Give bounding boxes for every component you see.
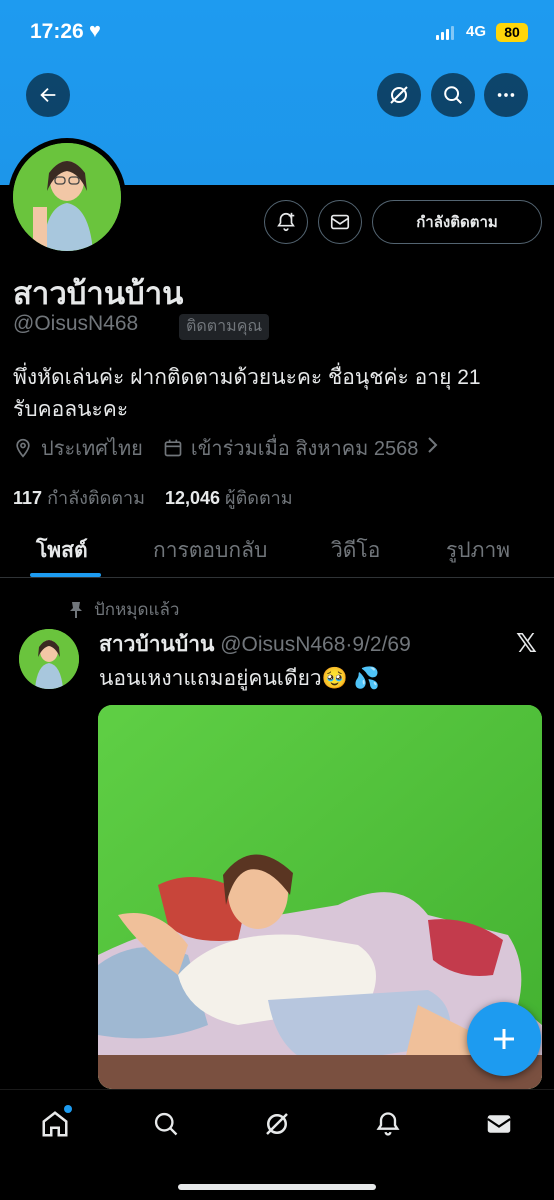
grok-button[interactable] <box>377 73 421 117</box>
nav-notifications[interactable] <box>371 1107 405 1141</box>
more-button[interactable] <box>484 73 528 117</box>
profile-stats: 117 กำลังติดตาม 12,046 ผู้ติดตาม <box>13 483 293 512</box>
bell-icon <box>376 1112 400 1136</box>
bell-plus-icon <box>277 212 295 232</box>
search-icon <box>444 86 462 104</box>
avatar-photo <box>13 143 121 251</box>
pin-icon <box>70 601 82 618</box>
bio-line: พึ่งหัดเล่นค่ะ ฝากติดตามด้วยนะคะ ชื่อนุช… <box>13 366 481 389</box>
active-tab-indicator <box>30 573 101 577</box>
pinned-label: ปักหมุดแล้ว <box>68 596 179 623</box>
followers-link[interactable]: 12,046 ผู้ติดตาม <box>165 488 293 508</box>
search-icon <box>154 1112 178 1136</box>
tweet-text: นอนเหงาแถมอยู่คนเดียว🥹 💦 <box>99 667 380 690</box>
network-label: 4G <box>466 23 487 40</box>
home-icon <box>42 1111 68 1137</box>
tab-replies[interactable]: การตอบกลับ <box>153 534 267 567</box>
location-pin-icon <box>13 437 33 459</box>
chevron-right-icon[interactable] <box>426 436 440 460</box>
compose-button[interactable] <box>467 1002 541 1076</box>
status-time: 17:26 <box>30 20 84 43</box>
notify-button[interactable] <box>264 200 308 244</box>
back-arrow-icon <box>40 87 56 103</box>
nav-search[interactable] <box>149 1107 183 1141</box>
profile-location: ประเทศไทย <box>41 438 143 460</box>
profile-joined[interactable]: เข้าร่วมเมื่อ สิงหาคม 2568 <box>191 432 418 464</box>
profile-meta: ประเทศไทย เข้าร่วมเมื่อ สิงหาคม 2568 <box>13 432 440 464</box>
calendar-icon <box>163 437 183 459</box>
profile-bio: พึ่งหัดเล่นค่ะ ฝากติดตามด้วยนะคะ ชื่อนุช… <box>13 362 543 426</box>
bio-line: รับคอลนะคะ <box>13 398 129 421</box>
notification-dot <box>64 1105 72 1113</box>
battery-icon: 80 <box>496 23 528 42</box>
envelope-icon <box>330 214 350 230</box>
status-bar: 17:26 ♥ 4G 80 <box>0 0 554 66</box>
grok-icon <box>266 1113 288 1135</box>
grok-icon <box>390 86 408 104</box>
tweet-author-name[interactable]: สาวบ้านบ้าน <box>99 633 214 656</box>
home-indicator <box>178 1184 376 1190</box>
nav-messages[interactable] <box>482 1107 516 1141</box>
following-button[interactable]: กำลังติดตาม <box>372 200 542 244</box>
envelope-icon <box>487 1115 511 1133</box>
back-button[interactable] <box>26 73 70 117</box>
search-button[interactable] <box>431 73 475 117</box>
tweet-author-handle[interactable]: @OisusN468 <box>220 633 345 656</box>
following-link[interactable]: 117 กำลังติดตาม <box>13 488 145 508</box>
tweet-avatar[interactable] <box>19 629 79 689</box>
follows-you-badge: ติดตามคุณ <box>179 314 270 340</box>
nav-grok[interactable] <box>260 1107 294 1141</box>
signal-icon <box>436 26 454 40</box>
profile-tabs: โพสต์ การตอบกลับ วิดีโอ รูปภาพ <box>0 520 554 578</box>
profile-handle: @OisusN468 <box>13 312 139 335</box>
x-logo-icon: 𝕏 <box>516 628 537 658</box>
tweet-header: สาวบ้านบ้าน @OisusN468·9/2/69 <box>99 633 411 656</box>
profile-name: สาวบ้านบ้าน <box>13 276 184 311</box>
tab-posts[interactable]: โพสต์ <box>36 534 88 567</box>
nav-home[interactable] <box>38 1105 72 1141</box>
more-icon <box>497 93 515 97</box>
message-button[interactable] <box>318 200 362 244</box>
tweet-date[interactable]: 9/2/69 <box>352 633 410 656</box>
profile-avatar[interactable] <box>8 138 126 256</box>
plus-icon <box>494 1029 514 1049</box>
tab-photos[interactable]: รูปภาพ <box>446 534 510 567</box>
tab-videos[interactable]: วิดีโอ <box>331 534 380 567</box>
heart-icon: ♥ <box>89 20 101 42</box>
